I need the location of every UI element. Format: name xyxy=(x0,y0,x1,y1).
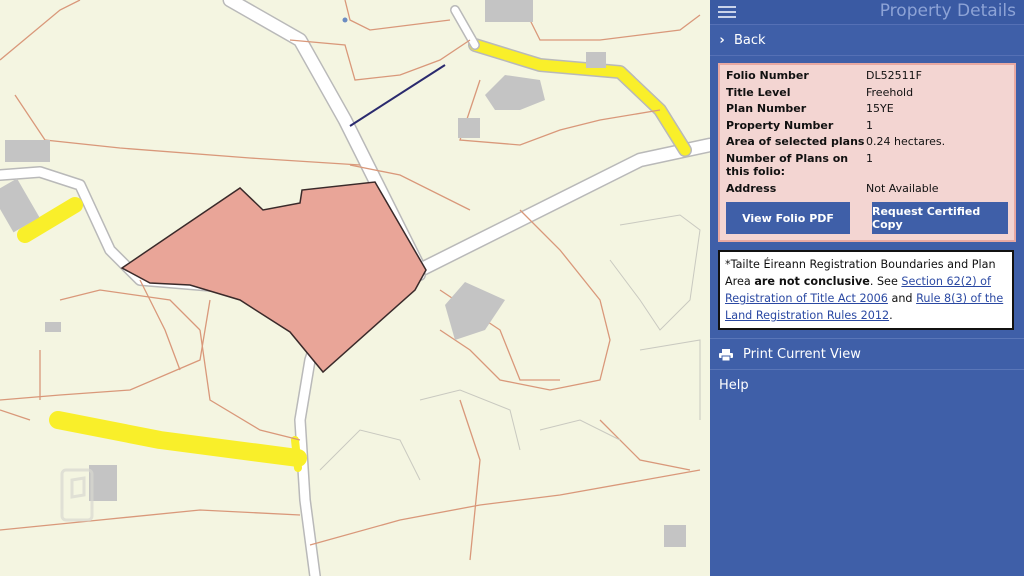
detail-label: Address xyxy=(726,181,777,195)
help-link[interactable]: Help xyxy=(710,370,1024,400)
notice-text: and xyxy=(887,292,917,305)
detail-value: Freehold xyxy=(866,85,914,99)
back-label: Back xyxy=(734,32,766,48)
disclaimer-notice: *Tailte Éireann Registration Boundaries … xyxy=(718,250,1014,330)
detail-label: Number of Plans on this folio: xyxy=(726,151,849,178)
hamburger-icon[interactable] xyxy=(718,3,736,21)
detail-value: Not Available xyxy=(866,181,939,195)
detail-row: Property Number 1 xyxy=(726,119,1008,136)
back-button[interactable]: › Back xyxy=(710,24,1024,56)
detail-row: Title Level Freehold xyxy=(726,86,1008,103)
print-current-view-button[interactable]: Print Current View xyxy=(710,338,1024,370)
notice-text: . See xyxy=(869,275,902,288)
detail-label: Plan Number xyxy=(726,102,807,115)
detail-row: Address Not Available xyxy=(726,182,1008,199)
detail-row: Number of Plans on this folio: 1 xyxy=(726,152,1008,182)
detail-label: Folio Number xyxy=(726,69,809,82)
details-buttons: View Folio PDF Request Certified Copy xyxy=(726,202,1008,234)
folio-details-box: Folio Number DL52511F Title Level Freeho… xyxy=(718,63,1016,242)
detail-row: Folio Number DL52511F xyxy=(726,69,1008,86)
detail-row: Area of selected plans 0.24 hectares. xyxy=(726,135,1008,152)
notice-text: . xyxy=(889,309,893,322)
panel-title: Property Details xyxy=(879,1,1016,21)
view-folio-pdf-button[interactable]: View Folio PDF xyxy=(726,202,850,234)
map-view[interactable] xyxy=(0,0,710,576)
detail-value: 1 xyxy=(866,118,873,132)
panel-titlebar: Property Details xyxy=(710,0,1024,24)
detail-label: Title Level xyxy=(726,85,791,99)
notice-bold: are not conclusive xyxy=(754,275,870,288)
chevron-right-icon: › xyxy=(719,32,725,48)
detail-value: 0.24 hectares. xyxy=(866,135,946,148)
detail-label: Property Number xyxy=(726,118,834,132)
detail-value: 1 xyxy=(866,151,873,165)
detail-value: 15YE xyxy=(866,102,894,115)
detail-value: DL52511F xyxy=(866,69,922,82)
request-certified-copy-button[interactable]: Request Certified Copy xyxy=(872,202,1008,234)
property-details-panel: Property Details › Back Folio Number DL5… xyxy=(710,0,1024,576)
detail-label: Area of selected plans xyxy=(726,135,865,148)
map-canvas[interactable] xyxy=(0,0,710,576)
printer-icon xyxy=(719,348,733,361)
print-label: Print Current View xyxy=(743,346,861,362)
detail-row: Plan Number 15YE xyxy=(726,102,1008,119)
